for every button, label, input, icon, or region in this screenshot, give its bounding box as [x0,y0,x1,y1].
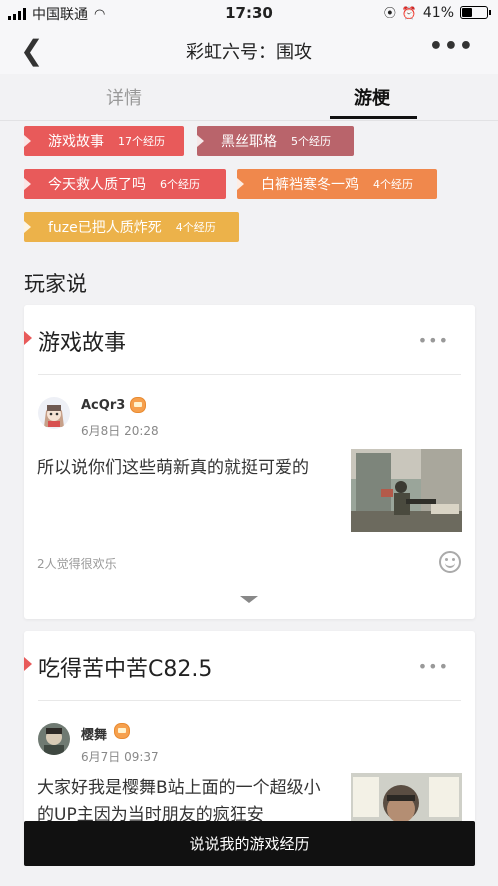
chevron-down-icon[interactable] [240,596,258,603]
tag-chip[interactable]: 游戏故事 17个经历 [24,126,184,156]
tab-memes[interactable]: 游梗 [354,84,390,110]
level-badge-icon [114,723,130,739]
tag-name: 游戏故事 [48,134,104,150]
tag-chip[interactable]: 今天救人质了吗 6个经历 [24,169,226,199]
tag-name: 黑丝耶格 [221,134,277,150]
avatar[interactable] [38,397,70,429]
divider [38,374,461,375]
emoji-face-icon[interactable] [439,551,461,573]
username[interactable]: AcQr3 [81,398,125,413]
post-text: 所以说你们这些萌新真的就挺可爱的 [37,458,309,478]
post-time: 6月7日 09:37 [81,750,159,764]
post-title: 吃得苦中苦C82.5 [38,657,213,682]
avatar[interactable] [38,723,70,755]
tab-bar: 详情 游梗 [0,74,498,121]
card-marker [24,331,32,345]
tag-count: 6个经历 [160,178,200,191]
nav-bar: ❮ 彩虹六号：围攻 ••• [0,26,498,74]
tag-chip[interactable]: fuze已把人质炸死 4个经历 [24,212,239,242]
tag-name: 今天救人质了吗 [48,177,146,193]
status-right: ⦿ ⏰ 41% [383,4,491,21]
tag-chip[interactable]: 黑丝耶格 5个经历 [197,126,354,156]
post-title: 游戏故事 [38,331,127,356]
tag-name: 白裤裆寒冬一鸡 [261,177,359,193]
post-image[interactable] [351,449,462,532]
page-title: 彩虹六号：围攻 [186,42,312,63]
tag-count: 5个经历 [291,135,331,148]
share-experience-button[interactable]: 说说我的游戏经历 [24,821,475,866]
tag-count: 4个经历 [175,221,216,234]
card-marker [24,657,32,671]
tag-name: fuze已把人质炸死 [48,220,162,236]
battery-percent: 41% [422,4,454,21]
post-time: 6月8日 20:28 [81,424,159,438]
bottom-strip [0,866,498,886]
section-title: 玩家说 [24,272,87,296]
status-bar: 中国联通 ◠ 17:30 ⦿ ⏰ 41% [0,0,498,26]
more-dots-icon[interactable]: ••• [418,331,449,350]
likes-count: 2人觉得很欢乐 [37,557,117,571]
tag-count: 17个经历 [118,135,165,148]
tab-detail[interactable]: 详情 [106,84,142,110]
username[interactable]: 樱舞 [81,724,107,743]
alarm-icon: ⏰ [401,5,417,20]
tag-count: 4个经历 [373,178,413,191]
divider [38,700,461,701]
tag-chip[interactable]: 白裤裆寒冬一鸡 4个经历 [237,169,437,199]
battery-icon [460,6,491,19]
tab-active-indicator [330,116,417,119]
more-dots-icon[interactable]: ••• [429,34,474,59]
level-badge-icon [130,397,146,413]
post-card[interactable]: 游戏故事 ••• AcQr3 6月8日 20:28 所以说你们这些萌新真的就挺可… [24,305,475,619]
more-dots-icon[interactable]: ••• [418,657,449,676]
rotation-lock-icon: ⦿ [383,6,396,20]
